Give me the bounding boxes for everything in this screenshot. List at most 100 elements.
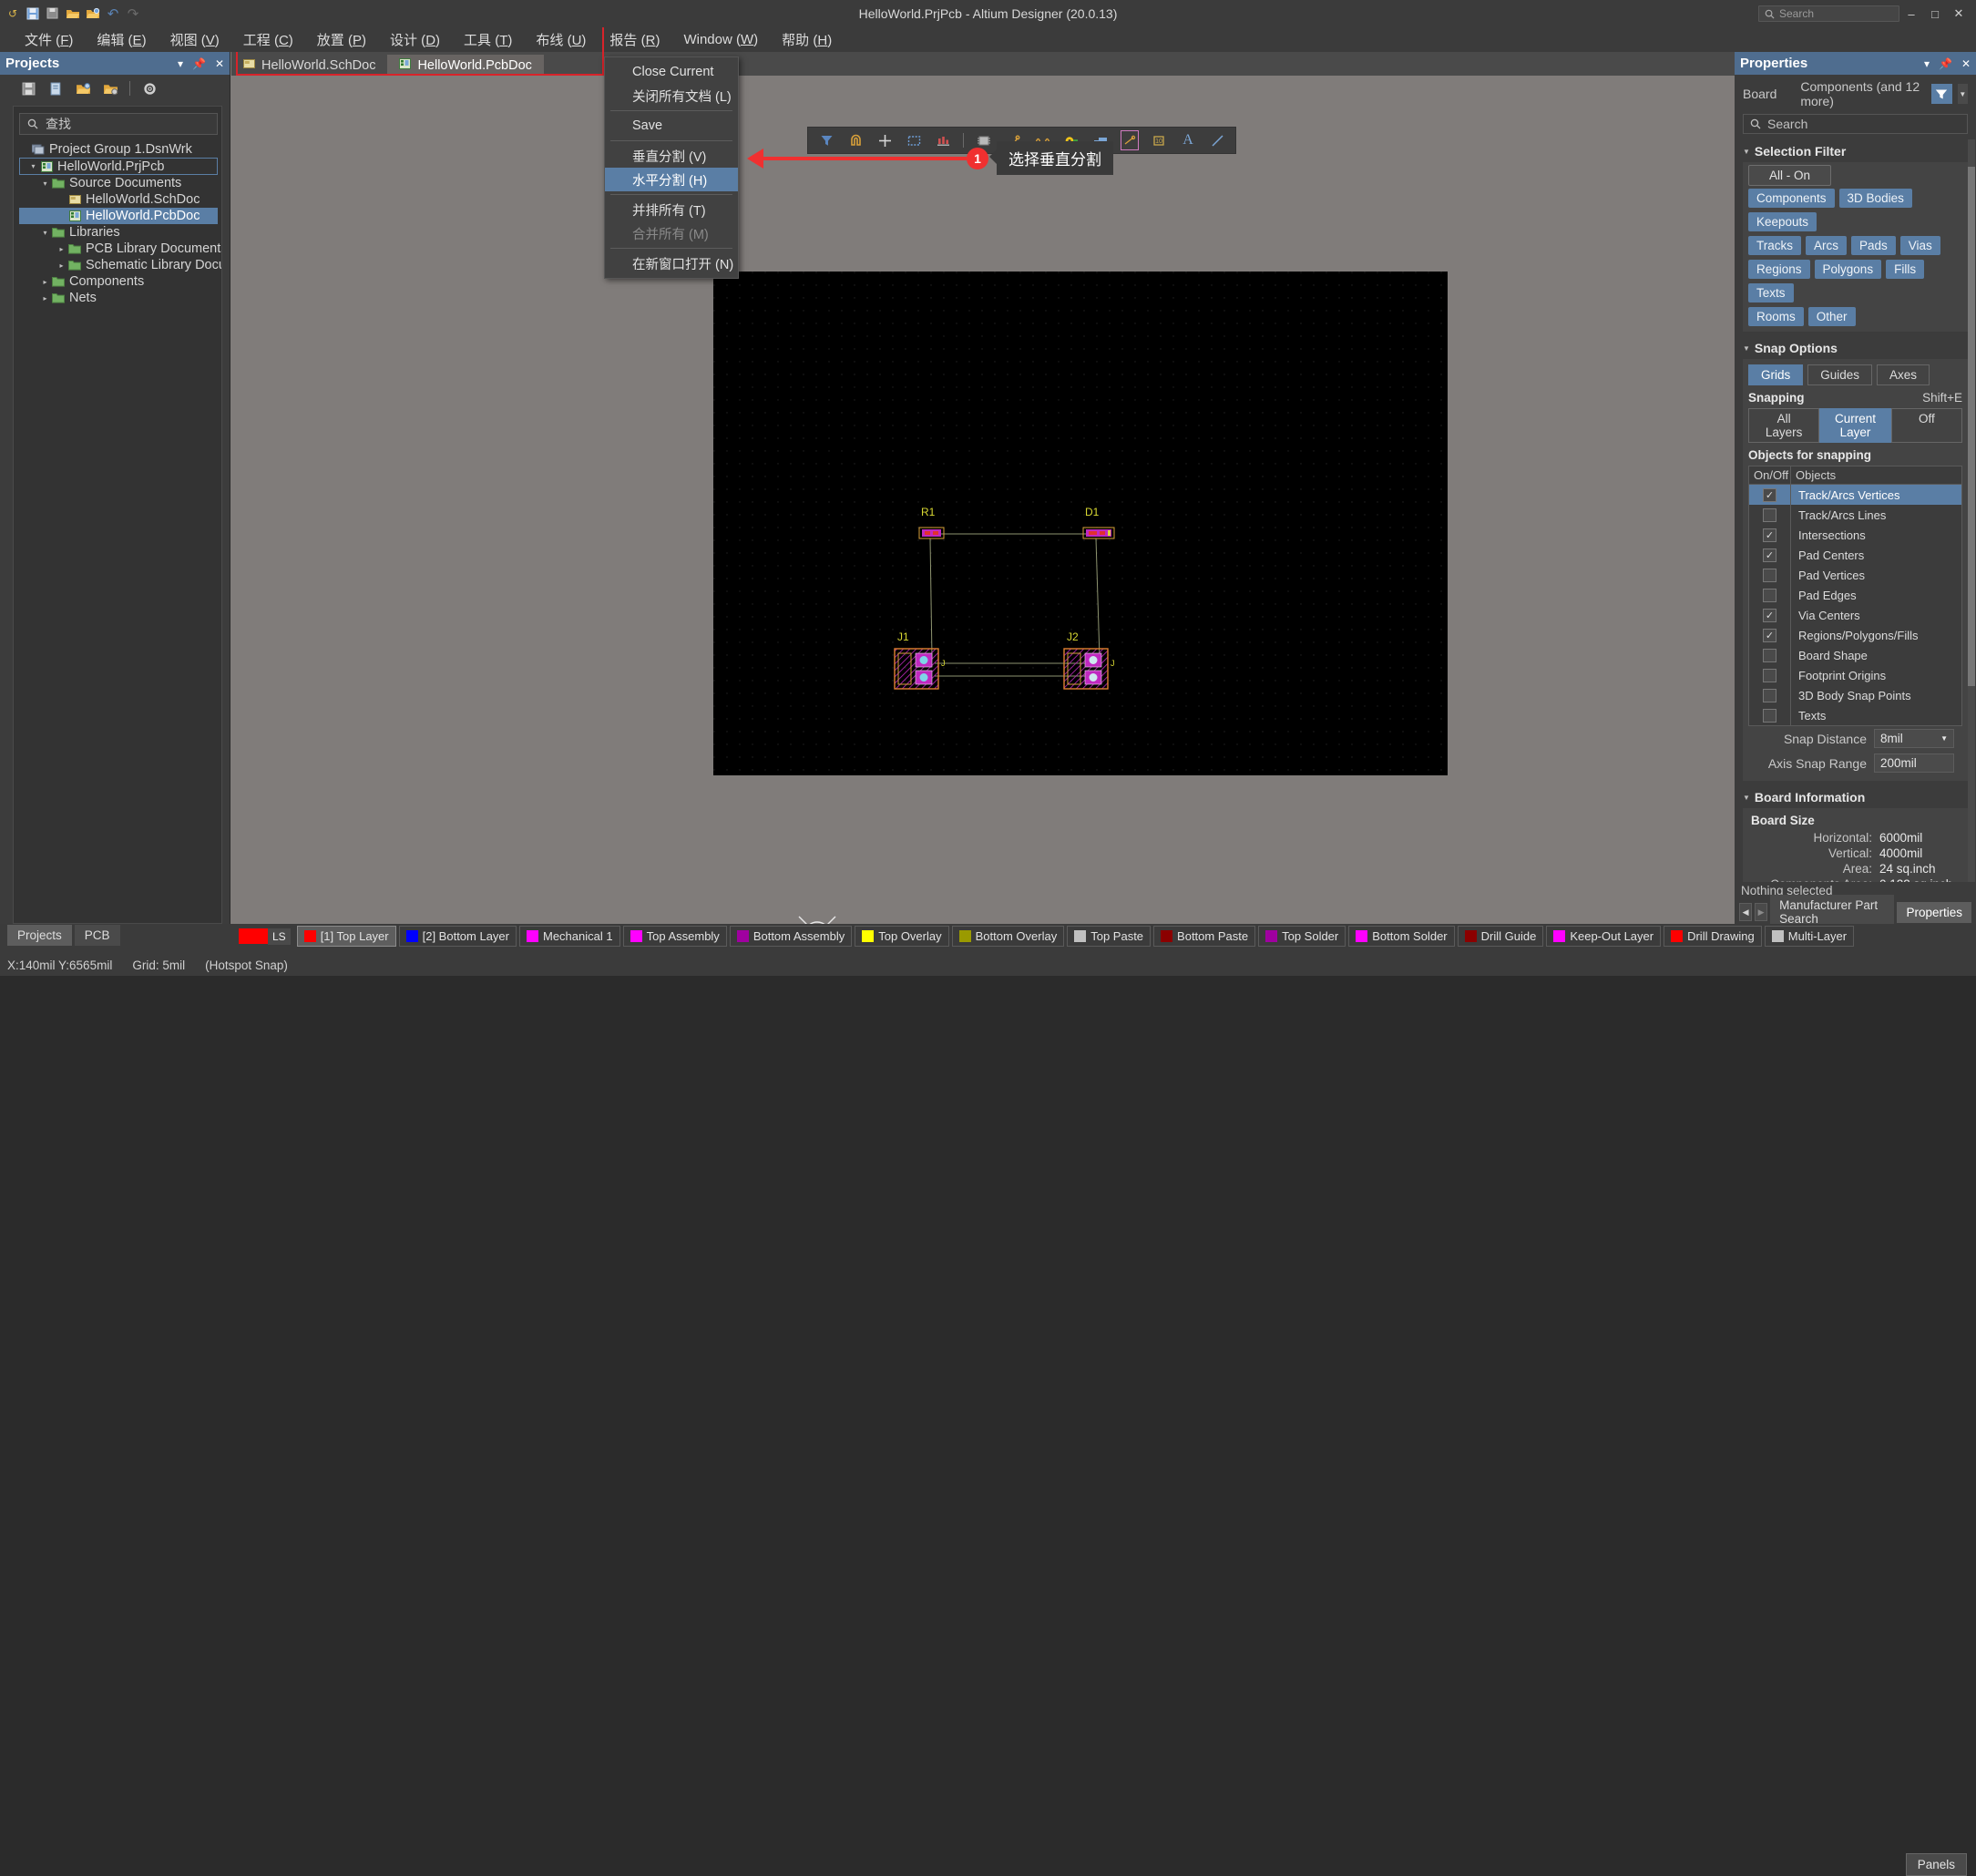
section-board-information[interactable]: ▼ Board Information xyxy=(1735,785,1976,808)
dimension-icon[interactable] xyxy=(1121,130,1139,150)
checkbox-track-arcs-lines[interactable] xyxy=(1763,507,1776,522)
context-menu-item-save[interactable]: Save xyxy=(605,114,738,138)
checkbox-3d-body-snap-points[interactable] xyxy=(1763,688,1776,702)
window-close-button[interactable]: ✕ xyxy=(1947,3,1971,25)
ruler-icon[interactable]: 10 xyxy=(1150,130,1168,150)
table-row[interactable]: Footprint Origins xyxy=(1749,665,1961,685)
snapping-all-layers[interactable]: All Layers xyxy=(1748,408,1820,443)
snap-mode-guides[interactable]: Guides xyxy=(1807,364,1873,385)
filter-chip-other[interactable]: Other xyxy=(1807,307,1856,326)
chevron-down-icon[interactable]: ▾ xyxy=(178,57,183,70)
context-menu-item-close-current[interactable]: Close Current xyxy=(605,60,738,84)
twisty[interactable]: ▸ xyxy=(39,294,51,302)
document-tab-schdoc[interactable]: HelloWorld.SchDoc xyxy=(231,55,388,76)
filter-chip-3d-bodies[interactable]: 3D Bodies xyxy=(1838,189,1912,208)
twisty[interactable]: ▸ xyxy=(56,261,67,270)
filter-chip-regions[interactable]: Regions xyxy=(1748,260,1810,279)
properties-search-input[interactable]: Search xyxy=(1743,114,1968,134)
filter-chip-pads[interactable]: Pads xyxy=(1851,236,1896,255)
snap-mode-grids[interactable]: Grids xyxy=(1748,364,1804,385)
menu-item-file[interactable]: 文件 (F) xyxy=(13,26,85,53)
filter-chip-texts[interactable]: Texts xyxy=(1748,283,1794,302)
properties-scroll-thumb[interactable] xyxy=(1968,167,1975,686)
layer-tab-keep-out-layer[interactable]: Keep-Out Layer xyxy=(1546,926,1662,947)
context-menu-item-split-horizontal[interactable]: 水平分割 (H) xyxy=(605,168,738,191)
checkbox-footprint-origins[interactable] xyxy=(1763,668,1776,682)
filter-chip-tracks[interactable]: Tracks xyxy=(1748,236,1801,255)
snap-mode-axes[interactable]: Axes xyxy=(1877,364,1930,385)
window-minimize-button[interactable]: – xyxy=(1899,3,1923,25)
filter-chip-rooms[interactable]: Rooms xyxy=(1748,307,1804,326)
tree-item-pcbdoc[interactable]: HelloWorld.PcbDoc xyxy=(19,208,218,224)
menu-item-reports[interactable]: 报告 (R) xyxy=(598,26,671,53)
layer-tab-multi-layer[interactable]: Multi-Layer xyxy=(1764,926,1855,947)
layer-tab-top-assembly[interactable]: Top Assembly xyxy=(622,926,727,947)
layer-tab-bottom-paste[interactable]: Bottom Paste xyxy=(1153,926,1256,947)
checkbox-track-arcs-vertices[interactable]: ✓ xyxy=(1763,487,1776,502)
section-selection-filter[interactable]: ▼ Selection Filter xyxy=(1735,139,1976,162)
context-menu-item-open-in-new-window[interactable]: 在新窗口打开 (N) xyxy=(605,251,738,275)
open-folder-search-icon[interactable] xyxy=(75,80,91,97)
table-row[interactable]: Pad Edges xyxy=(1749,585,1961,605)
filter-chip-arcs[interactable]: Arcs xyxy=(1806,236,1847,255)
close-icon[interactable]: ✕ xyxy=(1961,57,1971,70)
save-icon[interactable] xyxy=(20,80,36,97)
tree-item-pcb-library-documents[interactable]: ▸ PCB Library Documents xyxy=(19,241,221,257)
tree-item-schdoc[interactable]: HelloWorld.SchDoc xyxy=(19,191,218,208)
window-maximize-button[interactable]: □ xyxy=(1923,3,1947,25)
context-menu-item-tile-all[interactable]: 并排所有 (T) xyxy=(605,198,738,221)
tab-scroll-right-button[interactable]: ▶ xyxy=(1755,903,1768,921)
menu-item-tools[interactable]: 工具 (T) xyxy=(452,26,524,53)
twisty[interactable]: ▸ xyxy=(39,278,51,286)
layer-tab-top-overlay[interactable]: Top Overlay xyxy=(855,926,949,947)
menu-item-project[interactable]: 工程 (C) xyxy=(231,26,305,53)
pin-icon[interactable]: 📌 xyxy=(1939,57,1952,70)
bottom-tab-projects[interactable]: Projects xyxy=(7,925,72,946)
table-row[interactable]: ✓ Track/Arcs Vertices xyxy=(1749,485,1961,505)
menu-item-window[interactable]: Window (W) xyxy=(671,28,770,51)
properties-scroll-area[interactable]: ▼ Selection Filter All - On Components 3… xyxy=(1735,139,1976,882)
layer-tab-top-layer[interactable]: [1] Top Layer xyxy=(296,926,396,947)
layer-tab-top-paste[interactable]: Top Paste xyxy=(1067,926,1152,947)
menu-item-help[interactable]: 帮助 (H) xyxy=(770,26,844,53)
checkbox-regions-polygons-fills[interactable]: ✓ xyxy=(1763,628,1776,642)
snapping-off[interactable]: Off xyxy=(1890,408,1962,443)
filter-chip-fills[interactable]: Fills xyxy=(1886,260,1925,279)
layer-tab-drill-guide[interactable]: Drill Guide xyxy=(1457,926,1544,947)
table-row[interactable]: Track/Arcs Lines xyxy=(1749,505,1961,525)
layer-tab-drill-drawing[interactable]: Drill Drawing xyxy=(1664,926,1762,947)
twisty[interactable]: ▸ xyxy=(56,245,67,253)
tree-item-source-documents[interactable]: ▾ Source Documents xyxy=(19,175,218,191)
layer-tab-bottom-layer[interactable]: [2] Bottom Layer xyxy=(398,926,517,947)
line-icon[interactable] xyxy=(1208,130,1226,150)
bottom-tab-pcb[interactable]: PCB xyxy=(74,925,120,946)
snap-distance-dropdown[interactable]: 8mil ▼ xyxy=(1874,729,1954,748)
menu-item-view[interactable]: 视图 (V) xyxy=(159,26,231,53)
tree-item-project[interactable]: ▾ HelloWorld.PrjPcb xyxy=(19,158,218,175)
pcb-canvas[interactable]: R1 D1 J1 J J2 J xyxy=(713,272,1448,775)
twisty[interactable]: ▾ xyxy=(39,179,51,188)
table-row[interactable]: Board Shape xyxy=(1749,645,1961,665)
layer-set-selector[interactable]: LS xyxy=(239,928,291,945)
table-row[interactable]: 3D Body Snap Points xyxy=(1749,685,1961,705)
menu-item-design[interactable]: 设计 (D) xyxy=(378,26,452,53)
checkbox-pad-vertices[interactable] xyxy=(1763,568,1776,582)
layer-tab-top-solder[interactable]: Top Solder xyxy=(1258,926,1346,947)
menu-item-route[interactable]: 布线 (U) xyxy=(524,26,598,53)
filter-chip-components[interactable]: Components xyxy=(1748,189,1835,208)
tree-item-nets[interactable]: ▸ Nets xyxy=(19,290,218,306)
chevron-down-icon[interactable]: ▼ xyxy=(1957,84,1968,104)
text-icon[interactable]: A xyxy=(1179,130,1197,150)
filter-icon[interactable] xyxy=(1931,84,1952,104)
table-row[interactable]: ✓ Intersections xyxy=(1749,525,1961,545)
document-tab-pcbdoc[interactable]: HelloWorld.PcbDoc xyxy=(387,55,544,76)
table-row[interactable]: ✓ Pad Centers xyxy=(1749,545,1961,565)
pin-icon[interactable]: 📌 xyxy=(192,57,206,70)
checkbox-board-shape[interactable] xyxy=(1763,648,1776,662)
tree-item-schematic-library-documents[interactable]: ▸ Schematic Library Documen xyxy=(19,257,221,273)
checkbox-texts[interactable] xyxy=(1763,708,1776,723)
filter-chip-polygons[interactable]: Polygons xyxy=(1814,260,1882,279)
context-menu-item-close-all-documents[interactable]: 关闭所有文档 (L) xyxy=(605,84,738,108)
table-row[interactable]: ✓ Regions/Polygons/Fills xyxy=(1749,625,1961,645)
chevron-down-icon[interactable]: ▾ xyxy=(1924,57,1930,70)
